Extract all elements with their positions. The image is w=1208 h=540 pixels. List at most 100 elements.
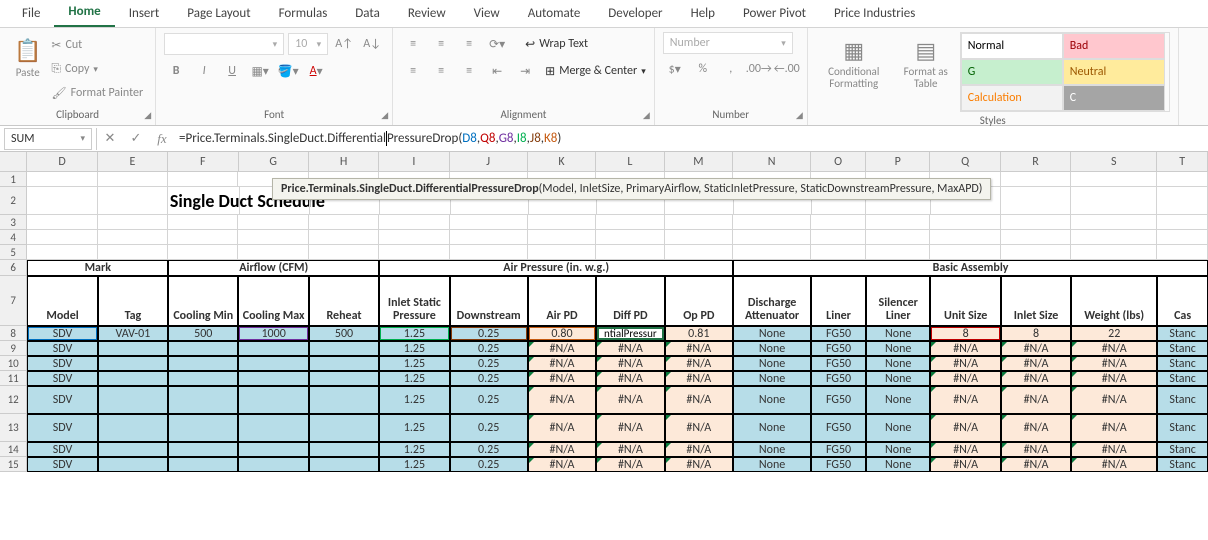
data-cell[interactable]: SDV xyxy=(27,341,97,356)
col-header-E[interactable]: E xyxy=(98,152,168,171)
data-cell[interactable] xyxy=(238,371,308,386)
increase-decimal-icon[interactable]: .00→ xyxy=(747,58,771,80)
data-cell[interactable]: Stanc xyxy=(1157,326,1208,341)
data-cell[interactable]: #N/A xyxy=(528,356,596,371)
data-cell[interactable]: #N/A xyxy=(665,386,733,414)
data-cell[interactable] xyxy=(98,356,168,371)
data-cell[interactable]: #N/A xyxy=(528,457,596,472)
data-cell[interactable]: 1.25 xyxy=(379,386,449,414)
cell[interactable] xyxy=(811,230,866,245)
borders-button[interactable]: ▦▾ xyxy=(248,60,272,82)
currency-icon[interactable]: $▾ xyxy=(663,58,687,80)
cell[interactable] xyxy=(27,172,97,187)
data-cell[interactable]: 0.25 xyxy=(450,414,528,442)
data-cell[interactable]: #N/A xyxy=(528,414,596,442)
chevron-down-icon[interactable]: ▾ xyxy=(80,133,85,144)
data-cell[interactable]: 0.25 xyxy=(450,356,528,371)
data-cell[interactable]: None xyxy=(733,414,811,442)
style-cell[interactable]: G xyxy=(961,59,1063,85)
cell[interactable] xyxy=(309,215,379,230)
data-cell[interactable]: #N/A xyxy=(596,371,664,386)
cell[interactable] xyxy=(1001,245,1071,260)
data-cell[interactable]: None xyxy=(733,457,811,472)
data-cell[interactable]: #N/A xyxy=(1001,371,1071,386)
bold-button[interactable]: B xyxy=(164,60,188,82)
style-cell[interactable]: Neutral xyxy=(1063,59,1165,85)
data-cell[interactable] xyxy=(238,356,308,371)
data-cell[interactable] xyxy=(168,341,238,356)
data-cell[interactable] xyxy=(98,371,168,386)
col-header-D[interactable]: D xyxy=(27,152,97,171)
data-cell[interactable] xyxy=(168,414,238,442)
data-cell[interactable]: #N/A xyxy=(930,386,1000,414)
worksheet-grid[interactable]: DEFGHIJKLMNOPQRST 12Single Duct Schedule… xyxy=(0,152,1208,472)
cell[interactable] xyxy=(379,230,449,245)
data-cell[interactable]: SDV xyxy=(27,414,97,442)
cell[interactable] xyxy=(528,230,596,245)
merge-center-button[interactable]: ⊞Merge & Center▾ xyxy=(545,60,646,82)
data-cell[interactable]: 0.80 xyxy=(528,326,596,341)
row-header[interactable]: 2 xyxy=(0,187,27,215)
ribbon-tab-file[interactable]: File xyxy=(8,0,54,27)
cell[interactable] xyxy=(238,215,308,230)
cell[interactable] xyxy=(379,215,449,230)
cell[interactable] xyxy=(733,215,811,230)
ribbon-tab-insert[interactable]: Insert xyxy=(115,0,174,27)
underline-button[interactable]: U xyxy=(220,60,244,82)
cell[interactable] xyxy=(1001,172,1071,187)
data-cell[interactable]: None xyxy=(733,386,811,414)
data-cell[interactable]: SDV xyxy=(27,386,97,414)
data-cell[interactable]: None xyxy=(866,326,931,341)
col-header-F[interactable]: F xyxy=(168,152,238,171)
data-cell[interactable]: #N/A xyxy=(596,414,664,442)
cell[interactable] xyxy=(98,245,168,260)
cell[interactable] xyxy=(1157,172,1208,187)
data-cell[interactable]: None xyxy=(866,442,931,457)
data-cell[interactable]: #N/A xyxy=(1001,442,1071,457)
data-cell[interactable]: FG50 xyxy=(811,386,866,414)
cell[interactable] xyxy=(27,230,97,245)
data-cell[interactable]: #N/A xyxy=(596,457,664,472)
col-header-H[interactable]: H xyxy=(309,152,379,171)
data-cell[interactable]: #N/A xyxy=(596,341,664,356)
cell[interactable] xyxy=(1071,230,1157,245)
cell[interactable] xyxy=(27,215,97,230)
col-header-R[interactable]: R xyxy=(1001,152,1071,171)
sheet-title[interactable]: Single Duct Schedule xyxy=(168,187,240,215)
data-cell[interactable] xyxy=(309,457,379,472)
col-header-M[interactable]: M xyxy=(665,152,733,171)
increase-font-icon[interactable]: A↑ xyxy=(332,33,356,55)
decrease-decimal-icon[interactable]: ←.00 xyxy=(775,58,799,80)
data-cell[interactable]: 0.25 xyxy=(450,371,528,386)
col-header-J[interactable]: J xyxy=(450,152,528,171)
data-cell[interactable]: #N/A xyxy=(930,414,1000,442)
row-header[interactable]: 3 xyxy=(0,215,27,230)
row-header[interactable]: 12 xyxy=(0,386,27,414)
data-cell[interactable]: 8 xyxy=(930,326,1000,341)
data-cell[interactable]: 0.81 xyxy=(665,326,733,341)
cell[interactable] xyxy=(98,215,168,230)
ribbon-tab-developer[interactable]: Developer xyxy=(594,0,676,27)
cell[interactable] xyxy=(450,245,528,260)
data-cell[interactable]: SDV xyxy=(27,326,97,341)
cell[interactable] xyxy=(1001,230,1071,245)
cell[interactable] xyxy=(528,245,596,260)
col-header-I[interactable]: I xyxy=(379,152,449,171)
data-cell[interactable]: #N/A xyxy=(1071,341,1157,356)
data-cell[interactable]: 1.25 xyxy=(379,326,449,341)
cell[interactable] xyxy=(98,230,168,245)
cell[interactable] xyxy=(1157,230,1208,245)
cell[interactable] xyxy=(450,230,528,245)
data-cell[interactable]: 0.25 xyxy=(450,442,528,457)
data-cell[interactable]: FG50 xyxy=(811,414,866,442)
data-cell[interactable]: #N/A xyxy=(596,386,664,414)
column-header-reheat[interactable]: Reheat xyxy=(309,276,379,326)
col-header-Q[interactable]: Q xyxy=(930,152,1000,171)
data-cell[interactable]: 1.25 xyxy=(379,341,449,356)
data-cell[interactable] xyxy=(168,371,238,386)
data-cell[interactable]: #N/A xyxy=(930,341,1000,356)
align-right-icon[interactable]: ≡ xyxy=(457,60,481,82)
style-cell[interactable]: Normal xyxy=(961,33,1063,59)
cell[interactable] xyxy=(866,215,931,230)
select-all-corner[interactable] xyxy=(0,152,27,171)
